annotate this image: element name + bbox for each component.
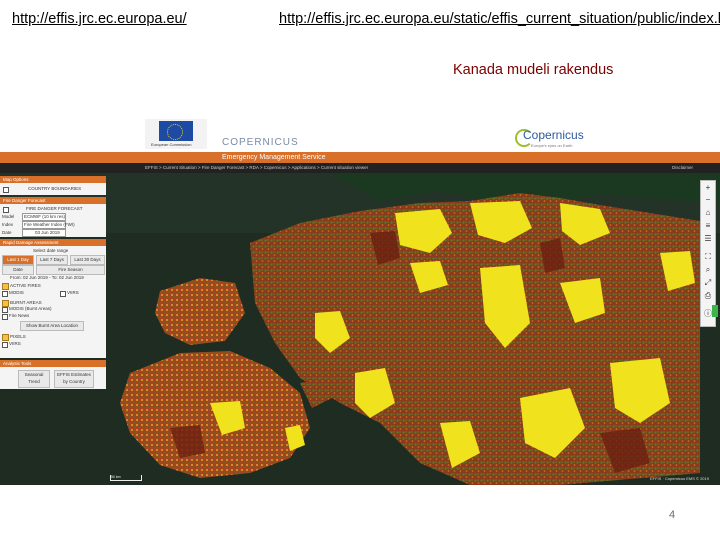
- burnt-areas-checkbox[interactable]: [2, 307, 8, 313]
- breadcrumb[interactable]: EFFIS > Current Situation > Fire Danger …: [145, 163, 368, 173]
- model-label: Model: [2, 214, 15, 219]
- analysis-tools-header[interactable]: Analysis Tools: [0, 360, 106, 367]
- copernicus-logo: Copernicus Europe's eyes on Earth: [515, 127, 584, 151]
- index-select[interactable]: Fire Weather Index (FWI): [22, 221, 75, 229]
- rda-header[interactable]: Rapid Damage Assessment: [0, 239, 106, 246]
- analysis-tools-body: Seasonal Trend EFFIS Estimates by Countr…: [0, 367, 106, 389]
- date-picker-button[interactable]: Date: [2, 265, 34, 275]
- select-range-label: Select date range: [33, 248, 69, 253]
- disclaimer-link[interactable]: Disclaimer: [672, 163, 693, 173]
- last-1-day-button[interactable]: Last 1 Day: [2, 255, 34, 265]
- legend-icon[interactable]: ☰: [703, 234, 713, 244]
- modis-checkbox[interactable]: [2, 291, 8, 297]
- country-boundaries-label: COUNTRY BOUNDARIES: [28, 186, 82, 191]
- map-options-header[interactable]: Map Options: [0, 176, 106, 183]
- viewer-header: European Commission COPERNICUS Copernicu…: [0, 117, 720, 152]
- european-commission-logo: European Commission: [145, 119, 207, 149]
- date-range-text: From: 02 Jun 2019 - To: 02 Jun 2019: [10, 275, 84, 280]
- model-select[interactable]: ECMWF (10 km res): [22, 213, 66, 221]
- viirs-pixels-checkbox[interactable]: [2, 342, 8, 348]
- search-icon[interactable]: ⌕: [703, 265, 713, 275]
- modis-label: MODIS: [9, 290, 24, 295]
- scale-bar: 50 km: [110, 475, 142, 481]
- fullscreen-icon[interactable]: ⛶: [703, 252, 713, 262]
- effis-current-situation-link[interactable]: http://effis.jrc.ec.europa.eu/static/eff…: [279, 10, 720, 29]
- fire-season-button[interactable]: Fire Season: [36, 265, 105, 275]
- copernicus-wordmark: Copernicus: [523, 128, 584, 142]
- show-burnt-area-button[interactable]: Show Burnt Area Location: [20, 321, 84, 331]
- country-boundaries-checkbox[interactable]: [3, 187, 9, 193]
- map-options-body: COUNTRY BOUNDARIES: [0, 183, 106, 195]
- effis-viewer-screenshot: European Commission COPERNICUS Copernicu…: [0, 117, 720, 485]
- fire-danger-body: FIRE DANGER FORECAST Model ECMWF (10 km …: [0, 204, 106, 237]
- zoom-out-icon[interactable]: −: [703, 195, 713, 205]
- fire-danger-map[interactable]: [0, 173, 720, 485]
- date-label: Date: [2, 230, 12, 235]
- ems-title: Emergency Management Service: [222, 154, 326, 161]
- burnt-areas-swatch: [2, 300, 9, 307]
- page-number: 4: [669, 509, 676, 521]
- fire-danger-forecast-label: FIRE DANGER FORECAST: [26, 206, 83, 211]
- eu-caption: European Commission: [151, 142, 192, 147]
- side-panel-tab[interactable]: [712, 305, 718, 317]
- last-7-days-button[interactable]: Last 7 Days: [36, 255, 68, 265]
- fire-danger-checkbox[interactable]: [3, 207, 9, 213]
- pixels-swatch: [2, 334, 9, 341]
- date-field[interactable]: 03 Jun 2019: [22, 229, 66, 237]
- burnt-areas-sub-label: MODIS (Burnt Areas): [9, 306, 52, 311]
- effis-estimates-button[interactable]: EFFIS Estimates by Country: [54, 370, 94, 388]
- viirs-checkbox[interactable]: [60, 291, 66, 297]
- ems-title-bar: [0, 152, 720, 163]
- fire-news-label: Fire News: [9, 313, 30, 318]
- fire-danger-header[interactable]: Fire Danger Forecast: [0, 197, 106, 204]
- last-30-days-button[interactable]: Last 30 Days: [70, 255, 105, 265]
- measure-icon[interactable]: ⤢: [703, 278, 713, 288]
- map-attribution: EFFIS · Copernicus EMS © 2019: [650, 476, 709, 481]
- index-label: Index: [2, 222, 14, 227]
- viirs-label: VIIRS: [67, 290, 79, 295]
- seasonal-trend-button[interactable]: Seasonal Trend: [18, 370, 50, 388]
- eu-flag-icon: [159, 121, 193, 141]
- layers-icon[interactable]: ≡: [703, 221, 713, 231]
- active-fires-swatch: [2, 283, 9, 290]
- viirs-pixels-label: VIIRS: [9, 341, 21, 346]
- pixels-label: PIXELS: [10, 334, 26, 339]
- effis-home-link[interactable]: http://effis.jrc.ec.europa.eu/: [12, 10, 187, 29]
- rda-body: Select date range Last 1 Day Last 7 Days…: [0, 246, 106, 358]
- active-fires-label: ACTIVE FIRES: [10, 283, 41, 288]
- slide-subtitle: Kanada mudeli rakendus: [453, 62, 614, 78]
- map-control-panel: Map Options COUNTRY BOUNDARIES Fire Dang…: [0, 176, 106, 424]
- print-icon[interactable]: ⎙: [703, 291, 713, 301]
- fire-news-checkbox[interactable]: [2, 314, 8, 320]
- home-icon[interactable]: ⌂: [703, 208, 713, 218]
- zoom-in-icon[interactable]: +: [703, 183, 713, 193]
- burnt-areas-label: BURNT AREAS: [10, 300, 42, 305]
- copernicus-tagline: Europe's eyes on Earth: [531, 143, 573, 148]
- copernicus-title: COPERNICUS: [222, 137, 299, 148]
